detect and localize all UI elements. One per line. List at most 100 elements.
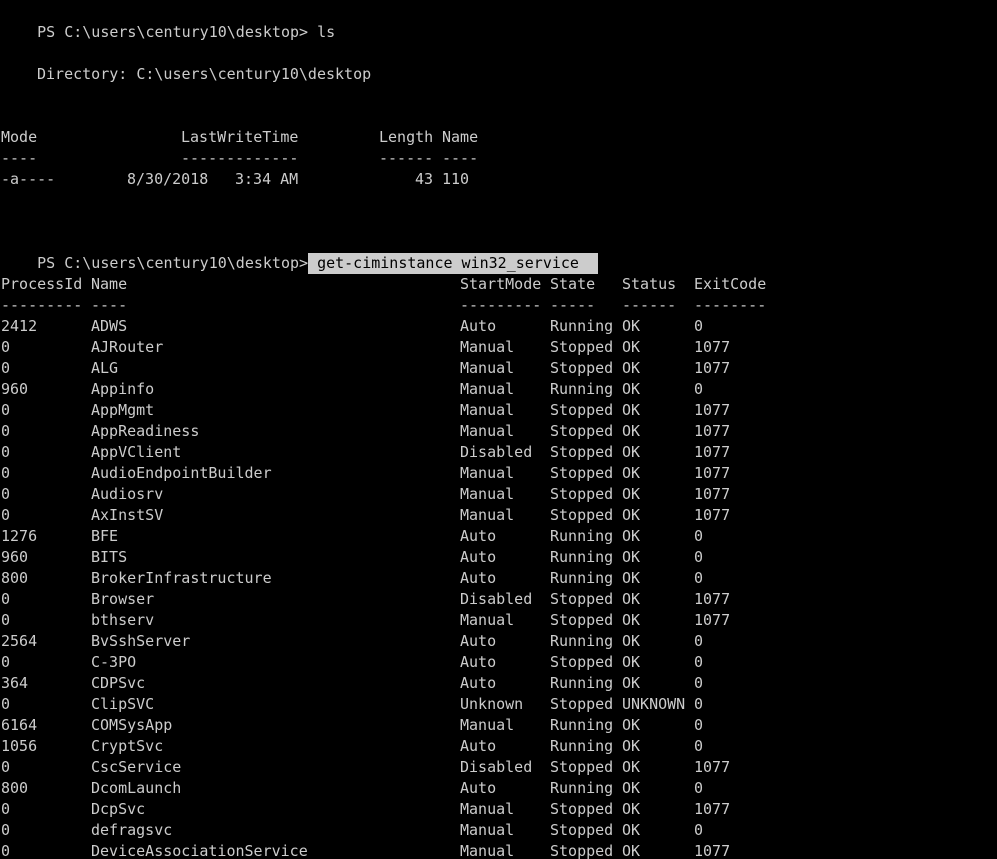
ls-header-mode: Mode bbox=[1, 128, 38, 146]
state-cell: Stopped bbox=[550, 422, 614, 440]
col-sep-name: ---- bbox=[91, 296, 128, 314]
prompt-line-ciminstance: PS C:\users\century10\desktop> get-cimins… bbox=[1, 232, 598, 274]
status-cell: OK bbox=[622, 443, 641, 461]
startmode-cell: Auto bbox=[460, 779, 497, 797]
processid-cell: 0 bbox=[1, 443, 11, 461]
exitcode-cell: 0 bbox=[694, 380, 704, 398]
status-cell: OK bbox=[622, 800, 641, 818]
startmode-cell: Manual bbox=[460, 464, 515, 482]
exitcode-cell: 1077 bbox=[694, 758, 731, 776]
command-ls: ls bbox=[317, 23, 336, 41]
table-row: 1056 CryptSvc Auto Running OK 0 bbox=[1, 736, 801, 757]
ls-file-row: -a---- 8/30/2018 3:34 AM 43 110 bbox=[1, 169, 601, 190]
col-sep-status: ------ bbox=[622, 296, 677, 314]
table-row: 0 AJRouter Manual Stopped OK 1077 bbox=[1, 337, 801, 358]
state-cell: Stopped bbox=[550, 758, 614, 776]
startmode-cell: Manual bbox=[460, 380, 515, 398]
processid-cell: 2412 bbox=[1, 317, 38, 335]
processid-cell: 0 bbox=[1, 758, 11, 776]
ls-file-date: 8/30/2018 bbox=[127, 170, 209, 188]
service-separator-row: --------- ---- --------- ----- ------ --… bbox=[1, 295, 801, 316]
startmode-cell: Manual bbox=[460, 821, 515, 839]
name-cell: DeviceAssociationService bbox=[91, 842, 308, 859]
col-sep-exitcode: -------- bbox=[694, 296, 767, 314]
processid-cell: 1276 bbox=[1, 527, 38, 545]
exitcode-cell: 0 bbox=[694, 653, 704, 671]
status-cell: OK bbox=[622, 317, 641, 335]
name-cell: BvSshServer bbox=[91, 632, 191, 650]
exitcode-cell: 0 bbox=[694, 569, 704, 587]
status-cell: OK bbox=[622, 401, 641, 419]
status-cell: OK bbox=[622, 590, 641, 608]
startmode-cell: Manual bbox=[460, 611, 515, 629]
status-cell: OK bbox=[622, 611, 641, 629]
state-cell: Stopped bbox=[550, 590, 614, 608]
selected-command-text[interactable]: get-ciminstance win32_service bbox=[308, 253, 598, 274]
startmode-cell: Auto bbox=[460, 527, 497, 545]
ls-sep-name: ---- bbox=[442, 149, 479, 167]
startmode-cell: Auto bbox=[460, 569, 497, 587]
prompt-text: PS C:\users\century10\desktop> bbox=[37, 23, 309, 41]
processid-cell: 0 bbox=[1, 695, 11, 713]
name-cell: AJRouter bbox=[91, 338, 164, 356]
table-row: 960 Appinfo Manual Running OK 0 bbox=[1, 379, 801, 400]
startmode-cell: Manual bbox=[460, 842, 515, 859]
startmode-cell: Manual bbox=[460, 800, 515, 818]
processid-cell: 0 bbox=[1, 338, 11, 356]
startmode-cell: Manual bbox=[460, 401, 515, 419]
state-cell: Stopped bbox=[550, 464, 614, 482]
state-cell: Running bbox=[550, 569, 614, 587]
startmode-cell: Manual bbox=[460, 422, 515, 440]
ls-file-time: 3:34 AM bbox=[235, 170, 299, 188]
table-row: 2564 BvSshServer Auto Running OK 0 bbox=[1, 631, 801, 652]
exitcode-cell: 0 bbox=[694, 527, 704, 545]
startmode-cell: Unknown bbox=[460, 695, 524, 713]
table-row: 800 DcomLaunch Auto Running OK 0 bbox=[1, 778, 801, 799]
exitcode-cell: 0 bbox=[694, 716, 704, 734]
exitcode-cell: 0 bbox=[694, 674, 704, 692]
state-cell: Stopped bbox=[550, 506, 614, 524]
status-cell: OK bbox=[622, 548, 641, 566]
startmode-cell: Manual bbox=[460, 506, 515, 524]
prompt-line-ls: PS C:\users\century10\desktop> ls bbox=[1, 1, 335, 41]
status-cell: OK bbox=[622, 359, 641, 377]
state-cell: Running bbox=[550, 716, 614, 734]
table-row: 0 C-3PO Auto Stopped OK 0 bbox=[1, 652, 801, 673]
exitcode-cell: 1077 bbox=[694, 590, 731, 608]
startmode-cell: Disabled bbox=[460, 443, 533, 461]
ls-file-mode: -a---- bbox=[1, 170, 56, 188]
processid-cell: 960 bbox=[1, 548, 29, 566]
processid-cell: 1056 bbox=[1, 737, 38, 755]
startmode-cell: Auto bbox=[460, 737, 497, 755]
name-cell: C-3PO bbox=[91, 653, 137, 671]
exitcode-cell: 1077 bbox=[694, 422, 731, 440]
processid-cell: 0 bbox=[1, 842, 11, 859]
name-cell: AppMgmt bbox=[91, 401, 155, 419]
state-cell: Stopped bbox=[550, 611, 614, 629]
exitcode-cell: 1077 bbox=[694, 464, 731, 482]
exitcode-cell: 1077 bbox=[694, 800, 731, 818]
exitcode-cell: 0 bbox=[694, 737, 704, 755]
exitcode-cell: 1077 bbox=[694, 338, 731, 356]
terminal-window[interactable]: PS C:\users\century10\desktop> ls Direct… bbox=[0, 0, 997, 859]
name-cell: AppReadiness bbox=[91, 422, 200, 440]
status-cell: OK bbox=[622, 338, 641, 356]
exitcode-cell: 1077 bbox=[694, 401, 731, 419]
table-row: 0 DcpSvc Manual Stopped OK 1077 bbox=[1, 799, 801, 820]
name-cell: DcomLaunch bbox=[91, 779, 182, 797]
state-cell: Running bbox=[550, 779, 614, 797]
processid-cell: 0 bbox=[1, 506, 11, 524]
processid-cell: 800 bbox=[1, 569, 29, 587]
processid-cell: 364 bbox=[1, 674, 29, 692]
col-sep-processid: --------- bbox=[1, 296, 83, 314]
table-row: 0 Browser Disabled Stopped OK 1077 bbox=[1, 589, 801, 610]
status-cell: OK bbox=[622, 779, 641, 797]
ls-header-length: Length bbox=[379, 128, 434, 146]
table-row: 364 CDPSvc Auto Running OK 0 bbox=[1, 673, 801, 694]
status-cell: OK bbox=[622, 737, 641, 755]
status-cell: OK bbox=[622, 674, 641, 692]
table-row: 800 BrokerInfrastructure Auto Running OK 0 bbox=[1, 568, 801, 589]
status-cell: OK bbox=[622, 380, 641, 398]
status-cell: OK bbox=[622, 842, 641, 859]
status-cell: OK bbox=[622, 422, 641, 440]
